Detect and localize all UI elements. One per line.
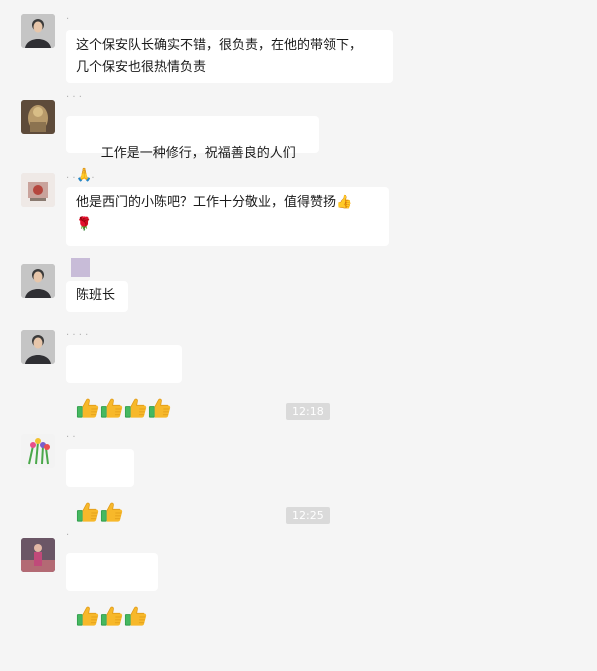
avatar[interactable] <box>21 434 55 468</box>
thumbs-up-icon <box>100 397 123 419</box>
message-bubble[interactable]: 这个保安队长确实不错，很负责，在他的带领下， 几个保安也很热情负责 <box>66 30 393 83</box>
timestamp: 12:18 <box>286 403 330 420</box>
thumbs-up-icon <box>76 605 99 627</box>
message-bubble[interactable] <box>66 449 134 487</box>
message-bubble[interactable] <box>66 345 182 383</box>
message-bubble[interactable]: 陈班长 <box>66 281 128 312</box>
thumbs-up-icon <box>124 605 147 627</box>
thumbs-up-icon <box>76 397 99 419</box>
sender-nickname: · · · · <box>66 330 89 341</box>
timestamp: 12:25 <box>286 507 330 524</box>
thumbs-up-icon <box>124 397 147 419</box>
thumbs-up-icon <box>148 397 171 419</box>
sender-nickname: · <box>66 14 70 25</box>
avatar[interactable] <box>21 14 55 48</box>
sender-nickname: · · <box>66 432 76 443</box>
avatar[interactable] <box>21 538 55 572</box>
avatar[interactable] <box>21 100 55 134</box>
thumbs-up-icon <box>76 501 99 523</box>
chat-area: · 这个保安队长确实不错，很负责，在他的带领下， 几个保安也很热情负责 · · … <box>0 0 597 605</box>
avatar[interactable] <box>21 330 55 364</box>
sender-nickname: · <box>66 530 70 541</box>
thumbs-up-icon <box>100 605 123 627</box>
sender-nickname: · · · · · <box>66 173 95 184</box>
message-bubble[interactable]: 工作是一种修行，祝福善良的人们🙏 <box>66 116 319 183</box>
sender-nickname: · · · <box>66 92 82 103</box>
avatar[interactable] <box>21 264 55 298</box>
thumbs-up-icon <box>100 501 123 523</box>
avatar[interactable] <box>21 173 55 207</box>
message-bubble[interactable]: 他是西门的小陈吧？工作十分敬业，值得赞扬👍 🌹 <box>66 187 389 246</box>
message-bubble[interactable] <box>66 553 158 591</box>
sender-tag-image <box>71 258 90 277</box>
message-text: 工作是一种修行，祝福善良的人们🙏 <box>76 146 296 183</box>
